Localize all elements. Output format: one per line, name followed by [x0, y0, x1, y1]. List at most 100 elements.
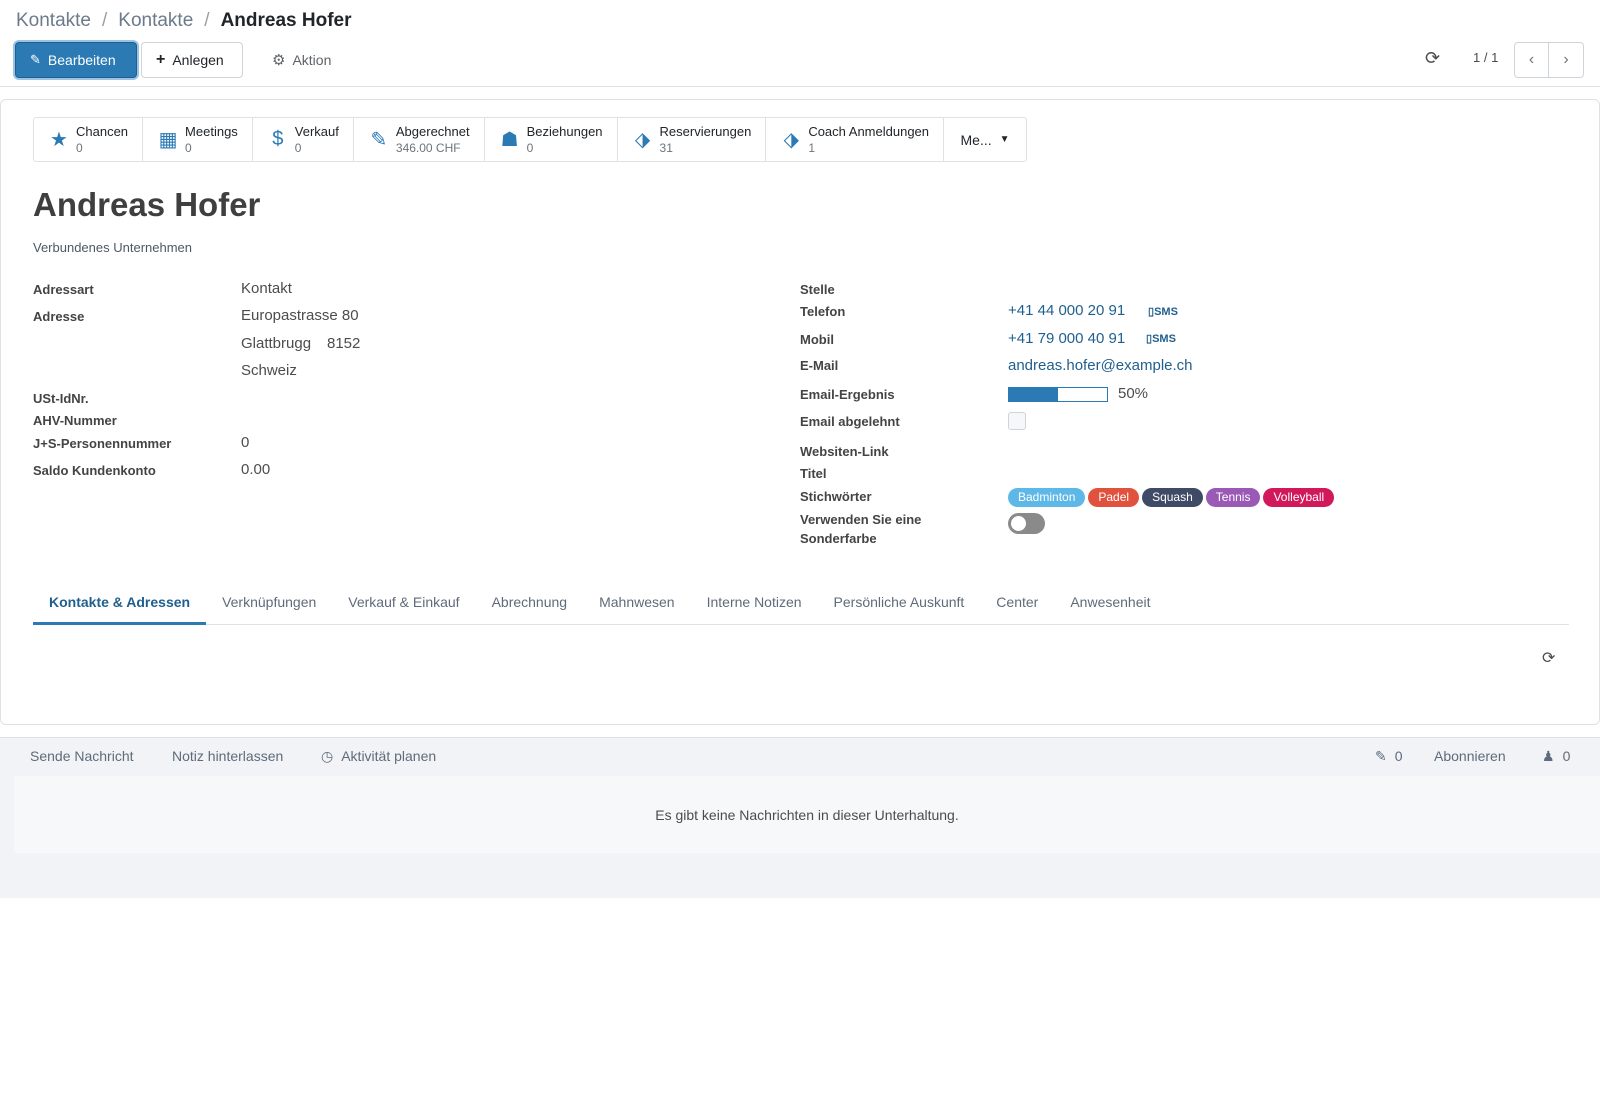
- smart-button-value: 0: [76, 140, 83, 155]
- ticket-icon: ⬗: [634, 129, 651, 151]
- smart-button-chancen[interactable]: ★ Chancen 0: [34, 118, 144, 161]
- smart-button-abgerechnet[interactable]: ✎ Abgerechnet 346.00 CHF: [354, 118, 485, 161]
- smart-button-text: Reservierungen 31: [660, 124, 752, 156]
- tags-list: Badminton Padel Squash Tennis Volleyball: [1008, 488, 1337, 507]
- saldo-label: Saldo Kundenkonto: [33, 463, 156, 478]
- create-button[interactable]: + Anlegen: [141, 42, 243, 78]
- smart-button-coach-anmeldungen[interactable]: ⬗ Coach Anmeldungen 1: [766, 118, 945, 161]
- smart-button-label: Chancen: [76, 123, 129, 139]
- pager-next-button[interactable]: ›: [1549, 42, 1584, 78]
- website-label: Websiten-Link: [800, 444, 889, 459]
- smart-button-label: Reservierungen: [659, 123, 752, 139]
- breadcrumb-item-1[interactable]: Kontakte: [16, 10, 91, 32]
- smart-button-reservierungen[interactable]: ⬗ Reservierungen 31: [618, 118, 767, 161]
- schedule-activity-button[interactable]: ◷ Aktivität planen: [321, 748, 436, 765]
- tab-kontakte-adressen[interactable]: Kontakte & Adressen: [33, 580, 207, 625]
- vat-label: USt-IdNr.: [33, 391, 89, 406]
- tag-volleyball[interactable]: Volleyball: [1263, 488, 1335, 507]
- tab-interne-notizen[interactable]: Interne Notizen: [691, 580, 818, 625]
- breadcrumb-item-2[interactable]: Kontakte: [118, 10, 193, 32]
- smart-button-verkauf[interactable]: $ Verkauf 0: [253, 118, 354, 161]
- chevron-left-icon: ‹: [1528, 51, 1535, 68]
- pager-previous-button[interactable]: ‹: [1514, 42, 1549, 78]
- smart-button-value: 31: [659, 140, 673, 155]
- pager-value[interactable]: 1 / 1: [1473, 50, 1498, 65]
- smart-button-box: ★ Chancen 0 ▦ Meetings 0 $ Verkauf 0 ✎ Abgerechnet…: [33, 117, 1028, 162]
- follow-button[interactable]: Abonnieren: [1434, 748, 1506, 764]
- sms-label: SMS: [1154, 306, 1178, 318]
- dollar-icon: $: [272, 128, 284, 150]
- street-value: Europastrasse 80: [241, 307, 359, 324]
- tab-verknüpfungen[interactable]: Verknüpfungen: [206, 580, 332, 625]
- smart-button-beziehungen[interactable]: ☗ Beziehungen 0: [485, 118, 618, 161]
- special-color-toggle[interactable]: [1008, 513, 1045, 534]
- create-button-label: Anlegen: [172, 52, 224, 68]
- js-number-value: 0: [241, 434, 250, 451]
- log-note-button[interactable]: Notiz hinterlassen: [172, 748, 283, 764]
- smart-button-meetings[interactable]: ▦ Meetings 0: [143, 118, 253, 161]
- sms-label: SMS: [1152, 333, 1176, 345]
- smart-button-value: 346.00 CHF: [395, 140, 461, 155]
- color-label-line-1: Verwenden Sie eine: [800, 512, 922, 527]
- tab-abrechnung[interactable]: Abrechnung: [476, 580, 584, 625]
- tag-tennis[interactable]: Tennis: [1205, 488, 1261, 507]
- tag-badminton[interactable]: Badminton: [1008, 488, 1086, 507]
- tab-center[interactable]: Center: [980, 580, 1054, 625]
- action-dropdown-label: Aktion: [292, 52, 332, 68]
- edit-icon: ✎: [370, 129, 388, 151]
- action-dropdown[interactable]: ⚙ Aktion: [258, 42, 345, 78]
- telefon-value[interactable]: +41 44 000 20 91: [1008, 302, 1125, 319]
- telefon-label: Telefon: [800, 304, 846, 319]
- email-result-value: 50%: [1118, 385, 1149, 402]
- stelle-label: Stelle: [800, 282, 835, 297]
- city-value: Glattbrugg: [241, 335, 312, 352]
- attachments-button[interactable]: ✎ 0: [1375, 748, 1403, 765]
- smart-button-label: Beziehungen: [526, 123, 603, 139]
- star-icon: ★: [50, 129, 68, 151]
- ticket-icon: ⬗: [783, 129, 799, 151]
- js-number-label: J+S-Personennummer: [33, 436, 172, 451]
- chevron-right-icon: ›: [1563, 51, 1569, 68]
- email-value[interactable]: andreas.hofer@example.ch: [1008, 357, 1193, 374]
- progress-fill: [1009, 388, 1058, 401]
- smart-button-value: 0: [294, 140, 302, 155]
- edit-button[interactable]: ✎ Bearbeiten: [15, 42, 137, 78]
- titel-label: Titel: [800, 466, 827, 481]
- color-label-line-2: Sonderfarbe: [800, 531, 877, 546]
- refresh-icon[interactable]: ⟳: [1542, 648, 1555, 668]
- mobil-value[interactable]: +41 79 000 40 91: [1008, 330, 1125, 347]
- chatter-topbar: Sende Nachricht Notiz hinterlassen ◷ Akti…: [0, 738, 1600, 776]
- telefon-sms-button[interactable]: ▯SMS: [1148, 305, 1178, 318]
- email-declined-checkbox[interactable]: [1008, 412, 1026, 430]
- refresh-icon[interactable]: ⟳: [1425, 48, 1440, 69]
- notebook-tabs: Kontakte & Adressen Verknüpfungen Verkauf …: [33, 580, 1569, 625]
- smart-button-label: Verkauf: [294, 123, 339, 139]
- smart-button-label: Meetings: [185, 123, 238, 139]
- adressart-label: Adressart: [33, 282, 94, 297]
- smart-button-label: Coach Anmeldungen: [808, 123, 930, 139]
- users-icon: ☗: [500, 129, 519, 151]
- mobil-sms-button[interactable]: ▯SMS: [1146, 332, 1176, 345]
- breadcrumb-separator: /: [102, 10, 108, 31]
- followers-count: 0: [1562, 748, 1571, 764]
- send-message-button[interactable]: Sende Nachricht: [30, 748, 134, 764]
- more-button[interactable]: Me... ▼: [944, 118, 1026, 161]
- zip-value: 8152: [327, 335, 361, 352]
- email-result-label: Email-Ergebnis: [800, 387, 895, 402]
- chatter: Sende Nachricht Notiz hinterlassen ◷ Akti…: [0, 737, 1600, 898]
- tab-persönliche-auskunft[interactable]: Persönliche Auskunft: [818, 580, 981, 625]
- tag-squash[interactable]: Squash: [1142, 488, 1203, 507]
- clock-icon: ◷: [321, 748, 334, 764]
- tab-verkauf-einkauf[interactable]: Verkauf & Einkauf: [332, 580, 475, 625]
- toggle-knob: [1011, 516, 1026, 531]
- ahv-label: AHV-Nummer: [33, 413, 117, 428]
- company-field[interactable]: Verbundenes Unternehmen: [33, 240, 192, 255]
- smart-button-text: Meetings 0: [185, 124, 238, 156]
- tag-padel[interactable]: Padel: [1088, 488, 1140, 507]
- followers-button[interactable]: ♟ 0: [1542, 748, 1570, 765]
- mobil-label: Mobil: [800, 332, 834, 347]
- tags-label: Stichwörter: [800, 489, 872, 504]
- tab-mahnwesen[interactable]: Mahnwesen: [583, 580, 691, 625]
- email-label: E-Mail: [800, 358, 839, 373]
- tab-anwesenheit[interactable]: Anwesenheit: [1054, 580, 1166, 625]
